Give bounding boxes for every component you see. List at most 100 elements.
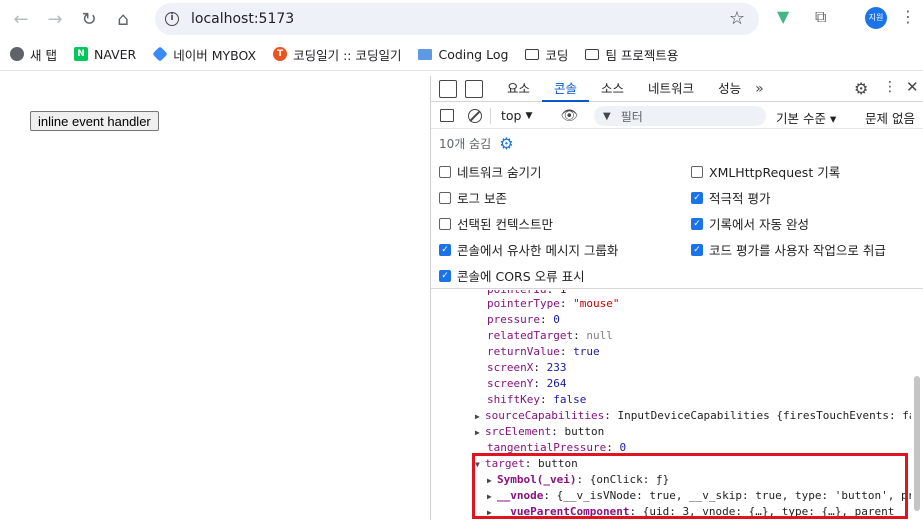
prop-value: InputDeviceCapabilities {firesTouchEvent… xyxy=(617,409,911,422)
setting-user-activation[interactable]: ✓ 코드 평가를 사용자 작업으로 취급 xyxy=(691,240,886,259)
bookmarks-bar: 새 탭 N NAVER 네이버 MYBOX T 코딩일기 :: 코딩일기 Codin… xyxy=(0,38,923,71)
prop-key: shiftKey xyxy=(487,393,540,406)
expand-triangle-icon[interactable]: ▶ xyxy=(475,425,485,441)
hidden-messages-row: 10개 숨김 ⚙ xyxy=(431,130,923,156)
log-level-dropdown[interactable]: 기본 수준 ▾ xyxy=(776,108,836,127)
setting-group-similar[interactable]: ✓ 콘솔에서 유사한 메시지 그룹화 xyxy=(439,240,618,259)
console-scrollbar[interactable] xyxy=(914,376,920,511)
inspect-element-icon[interactable] xyxy=(439,79,457,98)
close-icon[interactable]: ✕ xyxy=(906,78,919,96)
expand-triangle-icon[interactable]: ▶ xyxy=(475,409,485,425)
checkbox-checked[interactable]: ✓ xyxy=(691,217,703,230)
checkbox-checked[interactable]: ✓ xyxy=(691,243,703,256)
console-settings-gear-icon[interactable]: ⚙ xyxy=(499,134,513,153)
bookmark-folder-team[interactable]: 팀 프로젝트용 xyxy=(585,45,678,64)
sidebar-toggle-icon[interactable] xyxy=(440,109,454,122)
mybox-icon xyxy=(152,46,168,62)
prop-key: returnValue xyxy=(487,345,560,358)
tab-performance[interactable]: 성능 xyxy=(706,76,753,102)
setting-cors-errors[interactable]: ✓ 콘솔에 CORS 오류 표시 xyxy=(439,266,585,285)
more-tabs-icon[interactable]: » xyxy=(755,81,764,97)
checkbox-checked[interactable]: ✓ xyxy=(439,269,451,282)
checkbox[interactable] xyxy=(691,165,703,178)
console-line: relatedTarget: null xyxy=(487,329,613,342)
bookmark-mybox[interactable]: 네이버 MYBOX xyxy=(152,45,256,64)
checkbox-checked[interactable]: ✓ xyxy=(691,191,703,204)
bookmark-folder-coding[interactable]: 코딩 xyxy=(525,45,568,64)
console-line: returnValue: true xyxy=(487,345,600,358)
tab-console[interactable]: 콘솔 xyxy=(542,76,590,102)
prop-key: sourceCapabilities xyxy=(485,409,605,422)
checkbox[interactable] xyxy=(439,217,451,230)
back-icon[interactable]: ← xyxy=(4,2,38,36)
bookmark-label: 코딩 xyxy=(545,47,569,63)
setting-label: 콘솔에 CORS 오류 표시 xyxy=(457,269,585,284)
checkbox-checked[interactable]: ✓ xyxy=(439,243,451,256)
checkbox[interactable] xyxy=(439,165,451,178)
filter-input[interactable]: ▼ 필터 xyxy=(594,106,766,126)
setting-autocomplete[interactable]: ✓ 기록에서 자동 완성 xyxy=(691,214,809,233)
devtools-menu-icon[interactable]: ⋮ xyxy=(883,79,897,95)
issues-counter[interactable]: 문제 없음 xyxy=(865,108,915,127)
setting-preserve-log[interactable]: 로그 보존 xyxy=(439,188,507,207)
device-toolbar-icon[interactable] xyxy=(465,79,483,98)
bookmark-label: NAVER xyxy=(93,46,137,62)
prop-key: screenX xyxy=(487,361,534,374)
settings-gear-icon[interactable]: ⚙ xyxy=(854,79,868,98)
context-selector[interactable]: top xyxy=(501,108,521,123)
setting-selected-context[interactable]: 선택된 컨텍스트만 xyxy=(439,214,553,233)
prop-key: pressure xyxy=(487,313,540,326)
inline-event-handler-button[interactable]: inline event handler xyxy=(30,111,159,131)
url-text: localhost:5173 xyxy=(191,11,295,27)
bookmark-star-icon[interactable]: ☆ xyxy=(729,8,745,29)
home-icon[interactable]: ⌂ xyxy=(106,2,140,36)
console-line-expandable[interactable]: ▶ srcElement: button xyxy=(475,424,604,440)
reload-icon[interactable]: ↻ xyxy=(72,2,106,36)
setting-label: 기록에서 자동 완성 xyxy=(709,217,809,232)
tab-network[interactable]: 네트워크 xyxy=(636,76,706,102)
bookmark-label: Coding Log xyxy=(438,46,509,62)
extensions-icon[interactable]: ⧉ xyxy=(815,7,826,27)
address-bar[interactable]: i localhost:5173 ☆ xyxy=(155,3,759,35)
live-expression-eye-icon[interactable]: 👁 xyxy=(560,108,578,124)
setting-eager-eval[interactable]: ✓ 적극적 평가 xyxy=(691,188,770,207)
avatar[interactable]: 지원 xyxy=(865,7,887,29)
folder-icon xyxy=(525,48,540,60)
prop-value: button xyxy=(564,425,605,438)
console-toolbar: top ▼ 👁 ▼ 필터 기본 수준 ▾ 문제 없음 xyxy=(431,103,923,129)
setting-label: 적극적 평가 xyxy=(709,191,771,206)
console-line: screenX: 233 xyxy=(487,361,567,374)
console-settings-pane: 네트워크 숨기기 XMLHttpRequest 기록 로그 보존 ✓ 적극적 평가… xyxy=(431,156,923,289)
bookmark-label: 코딩일기 :: 코딩일기 xyxy=(293,47,402,63)
setting-label: 코드 평가를 사용자 작업으로 취급 xyxy=(709,243,886,258)
forward-icon[interactable]: → xyxy=(38,2,72,36)
browser-menu-icon[interactable]: ⋮ xyxy=(900,7,916,26)
tab-elements[interactable]: 요소 xyxy=(495,76,542,102)
console-line: shiftKey: false xyxy=(487,393,587,406)
console-line: pressure: 0 xyxy=(487,313,560,326)
naver-icon: N xyxy=(73,47,88,61)
setting-label: 네트워크 숨기기 xyxy=(457,165,542,180)
bookmark-tistory[interactable]: T 코딩일기 :: 코딩일기 xyxy=(273,45,401,64)
prop-value: true xyxy=(573,345,600,358)
tab-sources[interactable]: 소스 xyxy=(589,76,636,102)
chevron-down-icon[interactable]: ▼ xyxy=(525,111,532,121)
divider xyxy=(490,107,491,124)
bookmark-naver[interactable]: N NAVER xyxy=(73,46,137,62)
setting-label: 선택된 컨텍스트만 xyxy=(457,217,553,232)
clear-console-icon[interactable] xyxy=(468,108,482,123)
checkbox[interactable] xyxy=(439,191,451,204)
annotation-highlight-box xyxy=(472,453,908,519)
setting-label: XMLHttpRequest 기록 xyxy=(709,165,841,180)
bookmark-new-tab[interactable]: 새 탭 xyxy=(10,45,57,64)
bookmark-coding-log[interactable]: Coding Log xyxy=(418,47,508,62)
setting-log-xhr[interactable]: XMLHttpRequest 기록 xyxy=(691,162,840,181)
setting-hide-network[interactable]: 네트워크 숨기기 xyxy=(439,162,541,181)
console-line-expandable[interactable]: ▶ sourceCapabilities: InputDeviceCapabili… xyxy=(475,408,911,424)
vue-devtools-icon[interactable]: ▼ xyxy=(777,7,789,26)
bookmark-label: 새 탭 xyxy=(30,47,57,63)
prop-value: 233 xyxy=(546,361,567,374)
prop-key: screenY xyxy=(487,377,534,390)
site-info-icon[interactable]: i xyxy=(165,12,179,26)
folder-icon xyxy=(585,48,600,60)
